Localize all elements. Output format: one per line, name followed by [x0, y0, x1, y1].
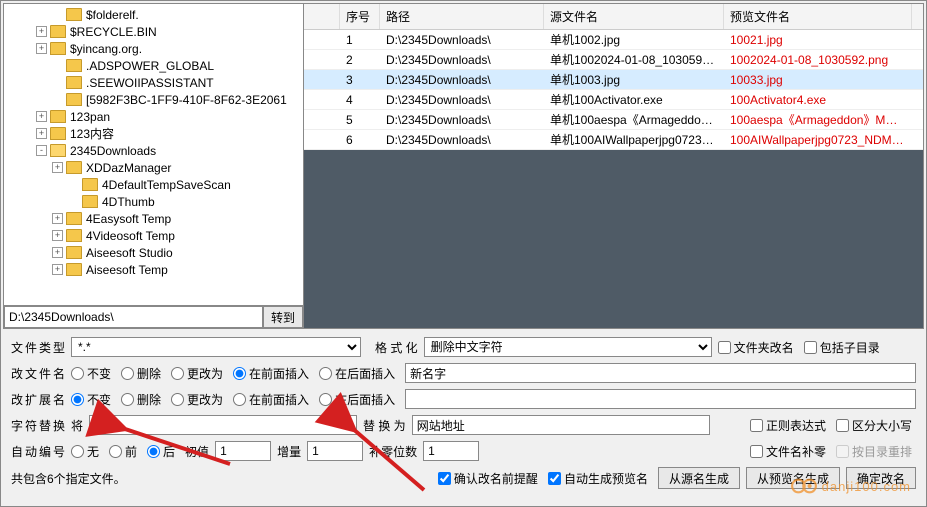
folder-icon	[66, 93, 82, 106]
tree-item[interactable]: +$RECYCLE.BIN	[4, 23, 303, 40]
replace-label: 字符替换	[11, 417, 65, 434]
folder-icon	[82, 178, 98, 191]
folder-icon	[50, 110, 66, 123]
tree-item[interactable]: .ADSPOWER_GLOBAL	[4, 57, 303, 74]
mn-changeto[interactable]	[171, 367, 184, 380]
me-nochange[interactable]	[71, 393, 84, 406]
folder-icon	[50, 144, 66, 157]
tree-item[interactable]: +Aiseesoft Studio	[4, 244, 303, 261]
table-row[interactable]: 2D:\2345Downloads\单机1002024-01-08_103059…	[304, 50, 923, 70]
tree-item[interactable]: +4Videosoft Temp	[4, 227, 303, 244]
replace-from-input[interactable]	[89, 415, 357, 435]
go-button[interactable]: 转到	[263, 306, 303, 328]
do-rename-button[interactable]: 确定改名	[846, 467, 916, 489]
step-input[interactable]	[307, 441, 363, 461]
tree-item[interactable]: +123pan	[4, 108, 303, 125]
folder-icon	[50, 25, 66, 38]
table-row[interactable]: 5D:\2345Downloads\单机100aespa《Armageddon》…	[304, 110, 923, 130]
folder-icon	[66, 263, 82, 276]
padzero-input[interactable]	[423, 441, 479, 461]
an-back[interactable]	[147, 445, 160, 458]
tree-item[interactable]: .SEEWOIIPASSISTANT	[4, 74, 303, 91]
confirm-check[interactable]	[438, 472, 451, 485]
filetype-label: 文件类型	[11, 339, 65, 356]
autoprev-check[interactable]	[548, 472, 561, 485]
mn-nochange[interactable]	[71, 367, 84, 380]
autonum-label: 自动编号	[11, 443, 65, 460]
folder-rename-check[interactable]	[718, 341, 731, 354]
tree-item[interactable]: $folderelf.	[4, 6, 303, 23]
step-label: 增量	[277, 443, 301, 460]
me-changeto[interactable]	[171, 393, 184, 406]
tree-item[interactable]: +Aiseesoft Temp	[4, 261, 303, 278]
mn-delete[interactable]	[121, 367, 134, 380]
summary-text: 共包含6个指定文件。	[11, 470, 126, 487]
format-label: 格 式 化	[375, 339, 418, 356]
from-prev-button[interactable]: 从预览名生成	[746, 467, 840, 489]
table-row[interactable]: ▶3D:\2345Downloads\单机1003.jpg10033.jpg	[304, 70, 923, 90]
folder-tree[interactable]: $folderelf.+$RECYCLE.BIN+$yincang.org..A…	[4, 4, 303, 305]
folder-icon	[66, 76, 82, 89]
initval-label: 初值	[185, 443, 209, 460]
me-after[interactable]	[319, 393, 332, 406]
grid-header: 序号 路径 源文件名 预览文件名	[304, 4, 923, 30]
folder-icon	[50, 127, 66, 140]
an-front[interactable]	[109, 445, 122, 458]
tree-item[interactable]: [5982F3BC-1FF9-410F-8F62-3E2061	[4, 91, 303, 108]
folder-icon	[66, 212, 82, 225]
tree-item[interactable]: +XDDazManager	[4, 159, 303, 176]
case-check[interactable]	[836, 419, 849, 432]
folder-icon	[82, 195, 98, 208]
namezero-check[interactable]	[750, 445, 763, 458]
tree-item[interactable]: -2345Downloads	[4, 142, 303, 159]
modext-label: 改扩展名	[11, 391, 65, 408]
from-src-button[interactable]: 从源名生成	[658, 467, 740, 489]
regex-check[interactable]	[750, 419, 763, 432]
newname-input[interactable]	[405, 363, 916, 383]
format-select[interactable]: 删除中文字符	[424, 337, 712, 357]
tree-item[interactable]: +$yincang.org.	[4, 40, 303, 57]
replaceto-label: 替 换 为	[363, 417, 406, 434]
table-row[interactable]: 6D:\2345Downloads\单机100AIWallpaperjpg072…	[304, 130, 923, 150]
mn-before[interactable]	[233, 367, 246, 380]
tree-item[interactable]: +123内容	[4, 125, 303, 142]
table-row[interactable]: 4D:\2345Downloads\单机100Activator.exe100A…	[304, 90, 923, 110]
tree-item[interactable]: +4Easysoft Temp	[4, 210, 303, 227]
me-delete[interactable]	[121, 393, 134, 406]
replace-to-input[interactable]	[412, 415, 710, 435]
path-input[interactable]	[4, 306, 263, 328]
folder-icon	[50, 42, 66, 55]
take-label: 将	[71, 417, 83, 434]
initval-input[interactable]	[215, 441, 271, 461]
an-none[interactable]	[71, 445, 84, 458]
folder-icon	[66, 229, 82, 242]
newext-input[interactable]	[405, 389, 916, 409]
me-before[interactable]	[233, 393, 246, 406]
folder-icon	[66, 246, 82, 259]
include-sub-check[interactable]	[804, 341, 817, 354]
tree-item[interactable]: 4DefaultTempSaveScan	[4, 176, 303, 193]
mn-after[interactable]	[319, 367, 332, 380]
modname-label: 改文件名	[11, 365, 65, 382]
table-row[interactable]: 1D:\2345Downloads\单机1002.jpg10021.jpg	[304, 30, 923, 50]
folder-icon	[66, 59, 82, 72]
folder-icon	[66, 161, 82, 174]
folder-icon	[66, 8, 82, 21]
padzero-label: 补零位数	[369, 443, 417, 460]
tree-item[interactable]: 4DThumb	[4, 193, 303, 210]
dirreorder-check	[836, 445, 849, 458]
filetype-select[interactable]: *.*	[71, 337, 361, 357]
